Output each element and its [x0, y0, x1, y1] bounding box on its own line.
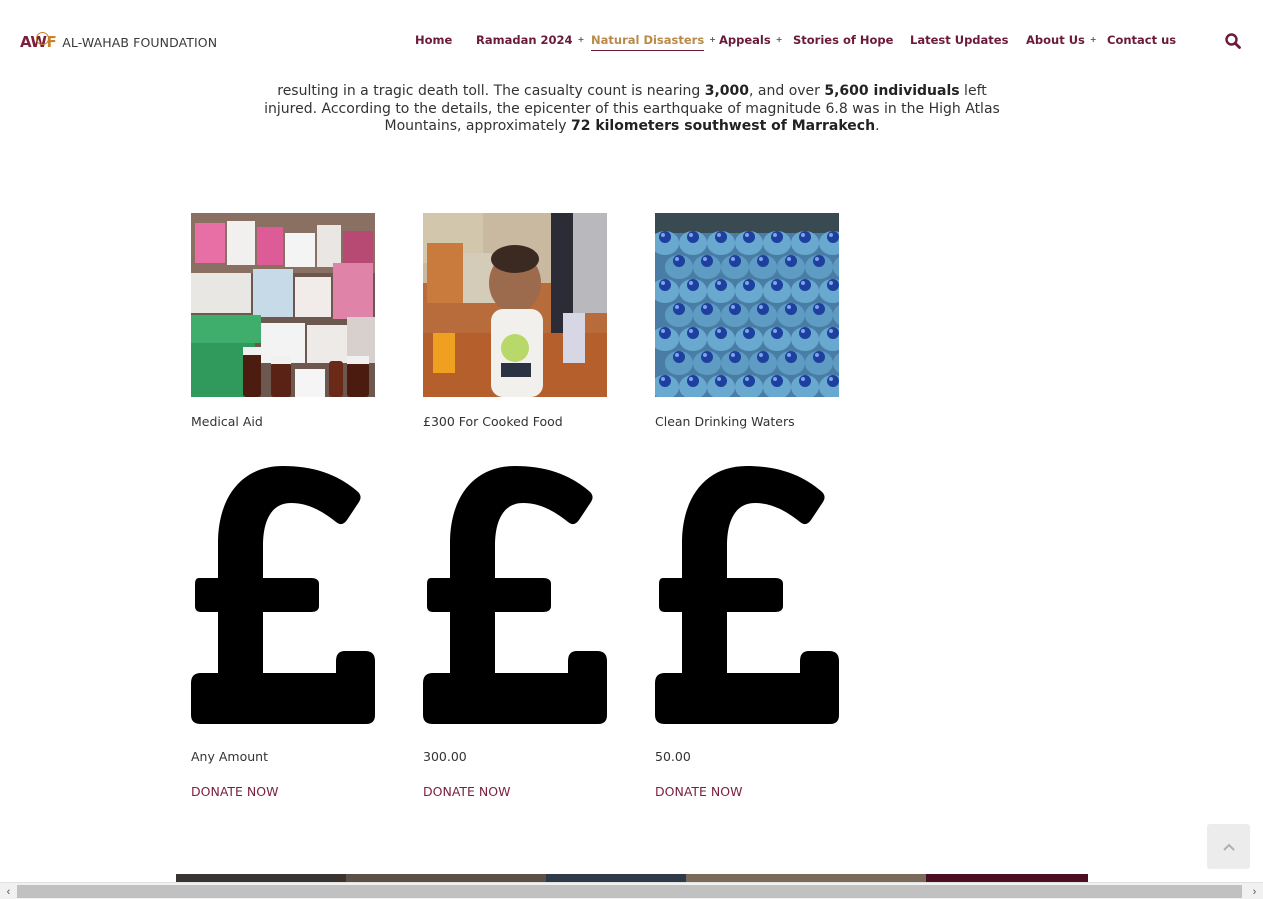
pound-icon	[423, 458, 607, 728]
scroll-left-arrow-icon[interactable]: ‹	[0, 883, 17, 899]
donation-amount: Any Amount	[191, 749, 268, 764]
site-header: AWF AL-WAHAB FOUNDATION Home Ramadan 202…	[0, 0, 1263, 82]
scroll-right-arrow-icon[interactable]: ›	[1246, 883, 1263, 899]
dropdown-caret-icon: +	[709, 35, 716, 44]
nav-item-stories-of-hope[interactable]: Stories of Hope	[793, 33, 893, 47]
back-to-top-button[interactable]	[1207, 824, 1250, 869]
chevron-up-icon	[1222, 838, 1235, 856]
nav-item-contact-us[interactable]: Contact us	[1107, 33, 1176, 47]
donation-amount: 300.00	[423, 749, 467, 764]
donate-now-button-medical-aid[interactable]: DONATE NOW	[191, 784, 278, 799]
dropdown-caret-icon: +	[775, 35, 783, 44]
site-logo[interactable]: AWF AL-WAHAB FOUNDATION	[20, 31, 217, 53]
nav-item-ramadan-2024[interactable]: Ramadan 2024 +	[476, 33, 584, 47]
nav-item-about-us[interactable]: About Us +	[1026, 33, 1097, 47]
dropdown-caret-icon: +	[577, 35, 585, 44]
logo-mark: AWF	[20, 32, 57, 51]
donation-amount: 50.00	[655, 749, 691, 764]
nav-item-home[interactable]: Home	[415, 33, 452, 47]
child-photo[interactable]	[423, 213, 607, 397]
card-title-cooked-food[interactable]: £300 For Cooked Food	[423, 414, 563, 429]
pound-icon	[655, 458, 839, 728]
card-title-medical-aid[interactable]: Medical Aid	[191, 414, 263, 429]
water-bottles-photo[interactable]	[655, 213, 839, 397]
pound-icon	[191, 458, 375, 728]
horizontal-scrollbar[interactable]: ‹ ›	[0, 882, 1263, 899]
earthquake-summary: resulting in a tragic death toll. The ca…	[264, 83, 1000, 134]
dropdown-caret-icon: +	[1089, 35, 1097, 44]
nav-item-latest-updates[interactable]: Latest Updates	[910, 33, 1008, 47]
medicine-photo[interactable]	[191, 213, 375, 397]
logo-text: AL-WAHAB FOUNDATION	[62, 34, 218, 50]
search-icon[interactable]	[1224, 32, 1242, 50]
nav-item-appeals[interactable]: Appeals +	[719, 33, 782, 47]
card-title-drinking-water[interactable]: Clean Drinking Waters	[655, 414, 795, 429]
nav-item-natural-disasters[interactable]: Natural Disasters +	[591, 33, 716, 51]
scrollbar-thumb[interactable]	[17, 885, 1242, 898]
donate-now-button-drinking-water[interactable]: DONATE NOW	[655, 784, 742, 799]
donate-now-button-cooked-food[interactable]: DONATE NOW	[423, 784, 510, 799]
